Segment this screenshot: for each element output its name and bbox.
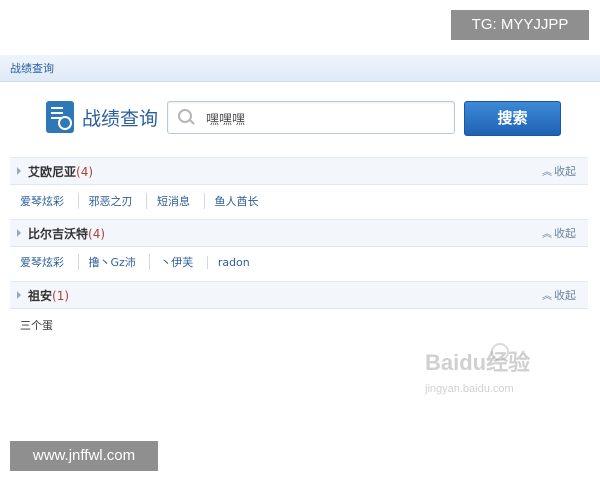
expand-arrow-icon [17,167,21,175]
search-field[interactable] [167,101,455,135]
magnifier-icon [178,109,192,123]
page-title: 战绩查询 [10,62,54,75]
record-search-icon [46,101,74,133]
chevron-up-icon: ︽ [542,291,552,302]
group-name: 艾欧尼亚 [28,165,77,179]
baidu-jingyan-watermark: Baidu经验 jingyan.baidu.com [425,343,575,410]
search-button[interactable]: 搜索 [464,101,561,136]
member-link[interactable]: radon [206,256,260,269]
group-count: (4) [88,227,106,241]
group-name: 比尔吉沃特 [28,227,89,241]
chevron-up-icon: ︽ [542,229,552,240]
search-title: 战绩查询 [82,108,159,130]
expand-arrow-icon [17,291,21,299]
collapse-label: 收起 [554,227,576,240]
chevron-up-icon: ︽ [542,167,552,178]
member-link[interactable]: 爱琴炫彩 [20,254,74,270]
collapse-label: 收起 [554,289,576,302]
group-header-zaun[interactable]: 祖安(1) ︽ 收起 [10,281,588,309]
baidu-watermark-url: jingyan.baidu.com [425,383,514,395]
member-list: 爱琴炫彩 撸丶Gz沛 丶伊芙 radon [20,254,260,270]
group-header-ionia[interactable]: 艾欧尼亚(4) ︽ 收起 [10,157,588,185]
paw-icon [491,343,509,361]
collapse-label: 收起 [554,165,576,178]
member-list: 三个蛋 [20,317,63,333]
website-watermark: www.jnffwl.com [10,441,158,471]
member-list: 爱琴炫彩 邪恶之刃 短消息 鱼人酋长 [20,193,269,209]
member-link[interactable]: 爱琴炫彩 [20,193,74,209]
group-header-bilgewater[interactable]: 比尔吉沃特(4) ︽ 收起 [10,219,588,247]
baidu-watermark-text: Baidu经验 [425,350,531,375]
expand-arrow-icon [17,229,21,237]
collapse-button[interactable]: ︽ 收起 [542,225,576,241]
group-count: (1) [52,289,70,303]
group-count: (4) [76,165,94,179]
tg-watermark: TG: MYYJJPP [451,10,589,40]
member-link[interactable]: 鱼人酋长 [203,193,269,209]
member-link[interactable]: 短消息 [146,193,200,209]
member-link[interactable]: 邪恶之刃 [77,193,143,209]
collapse-button[interactable]: ︽ 收起 [542,287,576,303]
member-link[interactable]: 三个蛋 [20,317,63,333]
collapse-button[interactable]: ︽ 收起 [542,163,576,179]
member-link[interactable]: 丶伊芙 [149,254,203,270]
search-input[interactable] [204,102,448,135]
top-title-bar: 战绩查询 [0,55,600,82]
member-link[interactable]: 撸丶Gz沛 [77,254,146,270]
group-name: 祖安 [28,289,53,303]
